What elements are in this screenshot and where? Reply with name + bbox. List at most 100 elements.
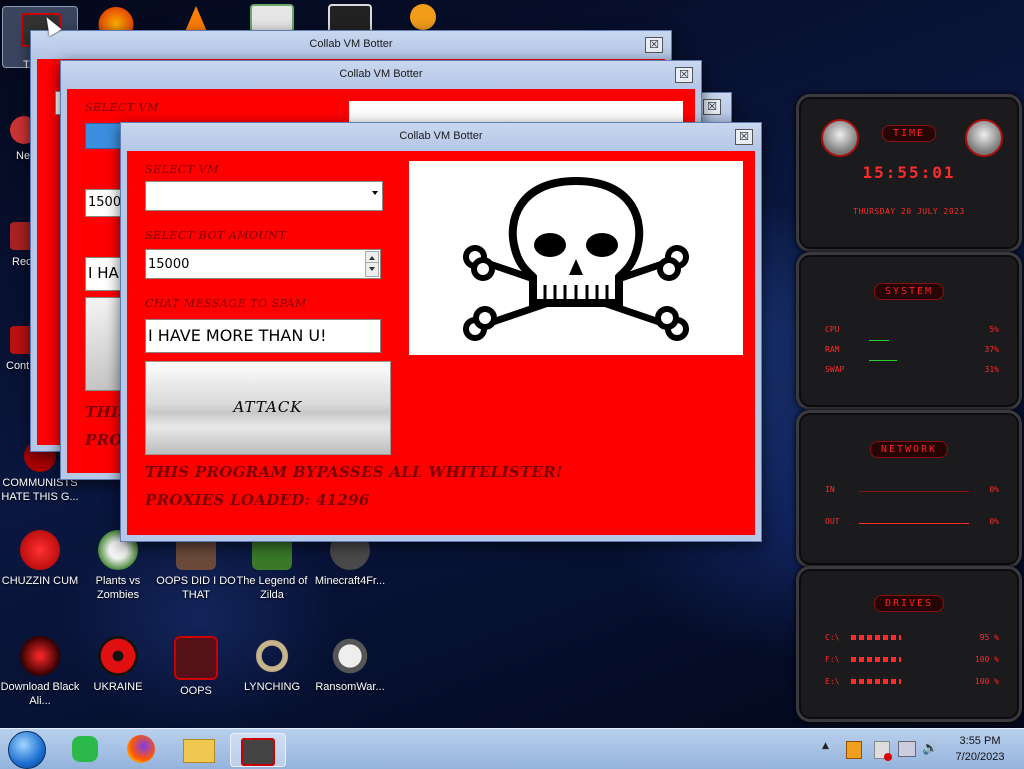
ram-value: 37% xyxy=(984,345,999,354)
desktop-icon-alienware[interactable]: Download Black Ali... xyxy=(0,636,80,708)
desktop-icon-lynching[interactable]: LYNCHING xyxy=(232,636,312,694)
swap-meter xyxy=(869,360,897,361)
close-icon[interactable]: ☒ xyxy=(675,67,693,83)
close-icon[interactable]: ☒ xyxy=(645,37,663,53)
skull-crossbones-image xyxy=(409,161,743,355)
drive-f-value: 100 % xyxy=(974,655,999,664)
desktop-icon-ukraine[interactable]: UKRAINE xyxy=(78,636,158,694)
volume-icon[interactable]: 🔊 xyxy=(922,741,938,757)
system-title: SYSTEM xyxy=(873,283,945,300)
window-titlebar[interactable]: Collab VM Botter ☒ xyxy=(121,123,761,151)
select-vm-label: SELECT VM xyxy=(85,101,159,114)
drives-title: DRIVES xyxy=(873,595,945,612)
attack-button-label: ATTACK xyxy=(233,398,303,416)
firefox-icon[interactable] xyxy=(122,733,160,765)
icon-label: CHUZZIN CUM xyxy=(1,575,79,587)
swap-value: 31% xyxy=(984,365,999,374)
alienware-icon xyxy=(20,636,60,676)
window-titlebar[interactable]: Collab VM Botter ☒ xyxy=(61,61,701,89)
icon-label: COMMUNISTS HATE THIS G... xyxy=(1,477,79,503)
window-title: Collab VM Botter xyxy=(309,38,393,50)
network-tray-icon[interactable] xyxy=(898,741,916,757)
clock-button[interactable]: 3:55 PM 7/20/2023 xyxy=(944,733,1016,765)
icon-label: Download Black Ali... xyxy=(0,681,80,707)
chevron-down-icon[interactable] xyxy=(372,191,378,195)
date: THURSDAY 20 JULY 2023 xyxy=(853,207,965,216)
bot-amount-stepper[interactable]: 15000 xyxy=(145,249,381,279)
close-icon[interactable]: ☒ xyxy=(703,99,721,115)
orange-app-icon[interactable] xyxy=(410,4,436,30)
stepper-down-button[interactable] xyxy=(365,262,379,277)
file-explorer-icon[interactable] xyxy=(180,733,218,765)
window-titlebar[interactable]: Collab VM Botter ☒ xyxy=(31,31,671,59)
ram-meter xyxy=(869,340,889,341)
network-gadget[interactable]: NETWORK IN 0% OUT 0% xyxy=(796,410,1022,568)
alien-head-icon xyxy=(965,119,1003,157)
start-button[interactable] xyxy=(8,731,46,769)
in-label: IN xyxy=(825,485,835,494)
in-value: 0% xyxy=(989,485,999,494)
botter-window[interactable]: Collab VM Botter ☒ SELECT VM SELECT BOT … xyxy=(120,122,762,542)
noose-icon xyxy=(252,636,292,676)
cpu-value: 5% xyxy=(989,325,999,334)
ram-label: RAM xyxy=(825,345,840,354)
icon-label: RansomWar... xyxy=(315,681,385,693)
drive-f-bar xyxy=(851,657,901,662)
drive-e-label: E:\ xyxy=(825,677,840,686)
icon-label: Ne xyxy=(16,150,31,162)
icon-label: Cont xyxy=(6,360,30,372)
drive-c-value: 95 % xyxy=(979,633,999,642)
desktop-icon-ransomware[interactable]: RansomWar... xyxy=(310,636,390,694)
proxies-text: PRO xyxy=(85,431,123,449)
taskbar-date: 7/20/2023 xyxy=(955,751,1005,763)
icon-label: LYNCHING xyxy=(243,681,301,693)
out-value: 0% xyxy=(989,517,999,526)
app-icon xyxy=(174,636,218,680)
chat-message-field[interactable]: I HAVE MORE THAN U! xyxy=(145,319,381,353)
network-title: NETWORK xyxy=(869,441,949,458)
tray-app-icon[interactable] xyxy=(846,741,862,759)
drive-e-bar xyxy=(851,679,901,684)
skull-crossbones-icon xyxy=(463,176,689,341)
time-title: TIME xyxy=(881,125,937,142)
time-gadget[interactable]: TIME 15:55:01 THURSDAY 20 JULY 2023 xyxy=(796,94,1022,252)
skull-icon xyxy=(330,636,370,676)
out-graph xyxy=(859,523,969,524)
drives-gadget[interactable]: DRIVES C:\ 95 % F:\ 100 % E:\ 100 % xyxy=(796,566,1022,722)
taskbar-time: 3:55 PM xyxy=(959,735,1001,747)
botter-taskbar-button[interactable] xyxy=(230,733,286,767)
cpu-label: CPU xyxy=(825,325,840,334)
close-icon[interactable]: ☒ xyxy=(735,129,753,145)
alien-head-icon xyxy=(821,119,859,157)
swap-label: SWAP xyxy=(825,365,845,374)
select-vm-label: SELECT VM xyxy=(145,163,219,176)
out-label: OUT xyxy=(825,517,840,526)
vm-select[interactable] xyxy=(145,181,383,211)
chuzzle-icon xyxy=(20,530,60,570)
system-gadget[interactable]: SYSTEM CPU 5% RAM 37% SWAP 31% xyxy=(796,252,1022,410)
icon-label: Rec xyxy=(12,256,32,268)
icon-label: OOPS DID I DO THAT xyxy=(156,575,236,601)
icon-label: OOPS xyxy=(180,685,212,697)
window-client: SELECT VM SELECT BOT AMOUNT 15000 CHAT M… xyxy=(127,151,755,535)
drive-c-bar xyxy=(851,635,901,640)
bot-amount-value: 15000 xyxy=(148,257,190,272)
chat-message-label: CHAT MESSAGE TO SPAM xyxy=(145,297,307,310)
attack-button[interactable]: ATTACK xyxy=(145,361,391,455)
chat-app-icon[interactable] xyxy=(66,733,104,765)
show-hidden-icons-button[interactable]: ▲ xyxy=(822,741,829,751)
drive-f-label: F:\ xyxy=(825,655,840,664)
proxies-loaded-text: PROXIES LOADED: 41296 xyxy=(145,491,370,509)
icon-label: UKRAINE xyxy=(93,681,143,693)
action-center-flag-icon[interactable] xyxy=(874,741,892,761)
icon-label: Plants vs Zombies xyxy=(95,575,141,601)
window-title: Collab VM Botter xyxy=(399,130,483,142)
icon-label: Minecraft4Fr... xyxy=(314,575,386,587)
clock: 15:55:01 xyxy=(862,163,956,182)
radiation-icon xyxy=(98,636,138,676)
window-title: Collab VM Botter xyxy=(339,68,423,80)
desktop-icon-oops[interactable]: OOPS xyxy=(156,636,236,698)
drive-c-label: C:\ xyxy=(825,633,840,642)
icon-label: The Legend of Zilda xyxy=(236,575,308,601)
desktop-icon-chuzzin[interactable]: CHUZZIN CUM xyxy=(0,530,80,588)
